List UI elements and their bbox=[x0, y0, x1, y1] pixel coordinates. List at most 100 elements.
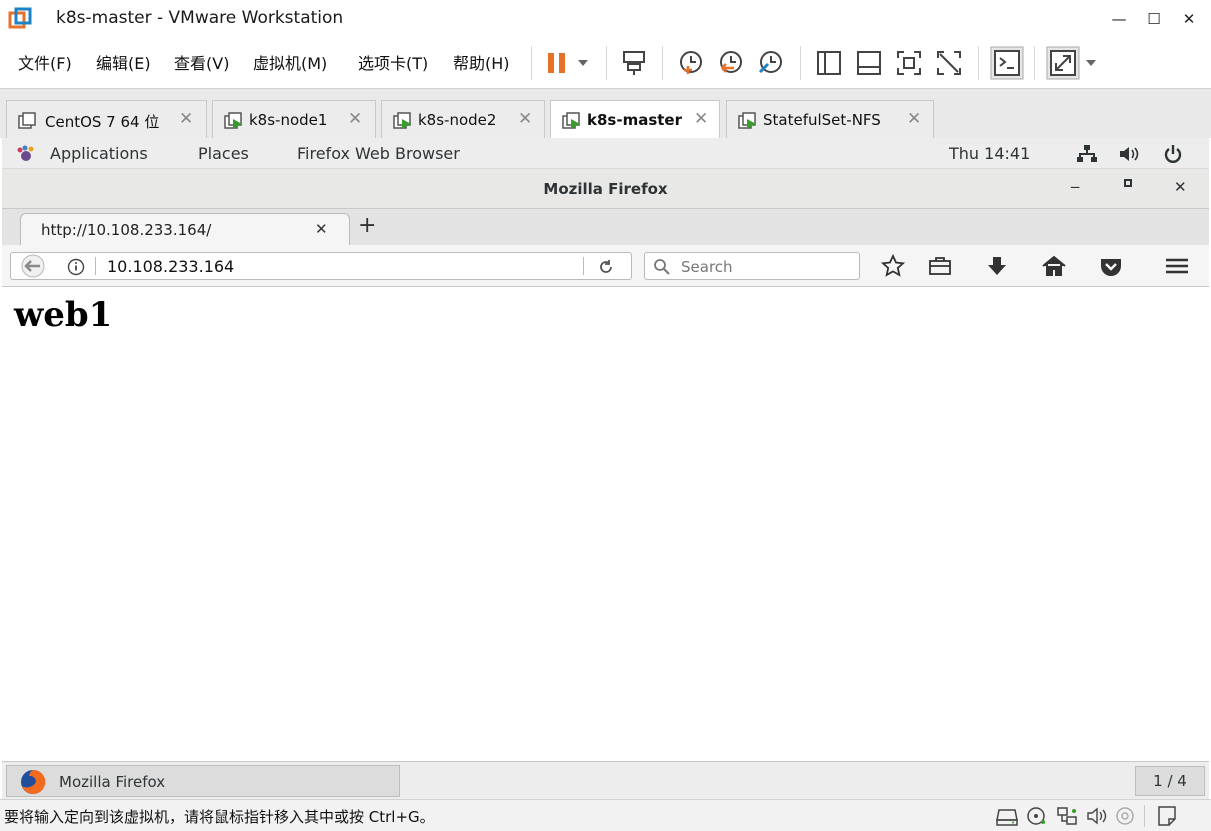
menu-edit[interactable]: 编辑(E) bbox=[96, 50, 151, 74]
minimize-button[interactable]: — bbox=[1106, 6, 1132, 32]
hard-disk-icon[interactable] bbox=[996, 806, 1018, 826]
close-icon[interactable]: ✕ bbox=[518, 109, 532, 129]
power-icon[interactable] bbox=[1162, 144, 1184, 164]
library-icon[interactable] bbox=[927, 253, 953, 279]
tab-k8s-node1[interactable]: k8s-node1 ✕ bbox=[212, 100, 376, 139]
tab-k8s-master[interactable]: k8s-master ✕ bbox=[550, 100, 720, 139]
tab-label: k8s-master bbox=[587, 111, 682, 129]
tab-label: CentOS 7 64 位 bbox=[45, 113, 160, 131]
vmware-menubar: 文件(F) 编辑(E) 查看(V) 虚拟机(M) 选项卡(T) 帮助(H) bbox=[0, 38, 1211, 88]
console-view-icon[interactable] bbox=[990, 46, 1024, 80]
close-icon[interactable]: ✕ bbox=[348, 109, 362, 129]
tab-label: k8s-node1 bbox=[249, 111, 328, 129]
thumbnail-bar-icon[interactable] bbox=[854, 48, 884, 78]
close-icon[interactable]: ✕ bbox=[694, 109, 708, 129]
tab-label: StatefulSet-NFS bbox=[763, 111, 881, 129]
menu-file[interactable]: 文件(F) bbox=[18, 50, 72, 74]
pause-icon[interactable] bbox=[544, 48, 574, 78]
send-ctrl-alt-del-icon[interactable] bbox=[620, 48, 650, 78]
toolbar-separator bbox=[800, 46, 801, 80]
vm-tab-bar: CentOS 7 64 位 ✕ k8s-node1 ✕ k8s-node2 ✕ … bbox=[0, 88, 1211, 139]
search-icon bbox=[654, 259, 670, 275]
menu-vm[interactable]: 虚拟机(M) bbox=[253, 50, 327, 74]
url-bar[interactable]: 10.108.233.164 bbox=[10, 252, 632, 280]
download-arrow-icon[interactable] bbox=[984, 253, 1010, 279]
network-icon[interactable] bbox=[1076, 144, 1098, 164]
fullscreen-icon[interactable] bbox=[894, 48, 924, 78]
workspace-switcher[interactable]: 1 / 4 bbox=[1135, 766, 1205, 796]
bookmark-star-icon[interactable] bbox=[880, 253, 906, 279]
pocket-icon[interactable] bbox=[1098, 253, 1124, 279]
menu-help[interactable]: 帮助(H) bbox=[453, 50, 510, 74]
hamburger-menu-icon[interactable] bbox=[1164, 253, 1190, 279]
firefox-maximize-button[interactable] bbox=[1124, 179, 1132, 187]
applications-menu[interactable]: Applications bbox=[50, 144, 148, 163]
vm-running-icon bbox=[738, 112, 756, 129]
toolbar-separator bbox=[1034, 46, 1035, 80]
taskbar-window-label: Mozilla Firefox bbox=[59, 773, 166, 791]
cd-dvd-icon[interactable] bbox=[1026, 806, 1048, 826]
places-menu[interactable]: Places bbox=[198, 144, 249, 163]
gnome-foot-icon bbox=[17, 145, 34, 161]
status-message: 要将输入定向到该虚拟机，请将鼠标指针移入其中或按 Ctrl+G。 bbox=[4, 808, 435, 826]
usb-device-icon[interactable] bbox=[1114, 806, 1136, 826]
gnome-bottom-panel: Mozilla Firefox 1 / 4 bbox=[2, 761, 1209, 799]
toolbar-separator bbox=[606, 46, 607, 80]
close-button[interactable]: ✕ bbox=[1176, 6, 1202, 32]
firefox-close-button[interactable]: ✕ bbox=[1174, 178, 1187, 196]
page-heading: web1 bbox=[14, 295, 113, 335]
tab-centos[interactable]: CentOS 7 64 位 ✕ bbox=[6, 100, 207, 139]
search-bar[interactable]: Search bbox=[644, 252, 860, 280]
sound-card-icon[interactable] bbox=[1086, 806, 1108, 826]
vmware-logo-icon bbox=[8, 7, 32, 29]
gnome-top-panel: Applications Places Firefox Web Browser … bbox=[2, 138, 1209, 169]
tab-label: k8s-node2 bbox=[418, 111, 497, 129]
new-tab-button[interactable]: + bbox=[358, 213, 376, 238]
home-icon[interactable] bbox=[1041, 253, 1067, 279]
snapshot-revert-icon[interactable] bbox=[716, 48, 746, 78]
vm-running-icon bbox=[224, 112, 242, 129]
volume-icon[interactable] bbox=[1118, 144, 1140, 164]
chevron-down-icon[interactable] bbox=[1084, 58, 1098, 68]
firefox-minimize-button[interactable]: ‒ bbox=[1070, 177, 1080, 196]
firefox-window-title: Mozilla Firefox bbox=[543, 180, 668, 198]
vmware-status-bar: 要将输入定向到该虚拟机，请将鼠标指针移入其中或按 Ctrl+G。 bbox=[0, 799, 1211, 831]
site-info-icon[interactable] bbox=[67, 258, 85, 276]
vm-running-icon bbox=[562, 112, 580, 129]
stretch-guest-icon[interactable] bbox=[1046, 46, 1080, 80]
tab-k8s-node2[interactable]: k8s-node2 ✕ bbox=[381, 100, 545, 139]
network-adapter-icon[interactable] bbox=[1056, 806, 1078, 826]
snapshot-take-icon[interactable] bbox=[676, 48, 706, 78]
menu-view[interactable]: 查看(V) bbox=[174, 50, 229, 74]
search-placeholder: Search bbox=[681, 258, 733, 276]
active-app-name[interactable]: Firefox Web Browser bbox=[297, 144, 460, 163]
unity-mode-icon[interactable] bbox=[934, 48, 964, 78]
firefox-nav-bar: 10.108.233.164 Search bbox=[2, 245, 1209, 287]
vmware-title-bar: k8s-master - VMware Workstation — ☐ ✕ bbox=[0, 0, 1211, 38]
firefox-logo-icon bbox=[21, 769, 46, 794]
browser-tab-title: http://10.108.233.164/ bbox=[41, 221, 212, 239]
close-icon[interactable]: ✕ bbox=[907, 109, 921, 129]
vm-running-icon bbox=[393, 112, 411, 129]
taskbar-window-button[interactable]: Mozilla Firefox bbox=[6, 765, 400, 797]
close-icon[interactable]: ✕ bbox=[179, 109, 193, 129]
vm-icon bbox=[18, 112, 36, 129]
menu-tabs[interactable]: 选项卡(T) bbox=[358, 50, 428, 74]
snapshot-manager-icon[interactable] bbox=[756, 48, 786, 78]
sidebar-toggle-icon[interactable] bbox=[814, 48, 844, 78]
url-divider bbox=[583, 257, 584, 275]
chevron-down-icon[interactable] bbox=[576, 58, 590, 68]
firefox-tab-strip: http://10.108.233.164/ ✕ + bbox=[2, 209, 1209, 245]
close-tab-icon[interactable]: ✕ bbox=[315, 220, 328, 238]
status-divider bbox=[1144, 805, 1145, 827]
message-log-icon[interactable] bbox=[1156, 806, 1178, 826]
clock[interactable]: Thu 14:41 bbox=[949, 144, 1030, 163]
maximize-button[interactable]: ☐ bbox=[1141, 6, 1167, 32]
url-text[interactable]: 10.108.233.164 bbox=[107, 257, 234, 276]
reload-icon[interactable] bbox=[597, 258, 615, 276]
browser-tab[interactable]: http://10.108.233.164/ ✕ bbox=[20, 213, 350, 245]
back-arrow-icon[interactable] bbox=[15, 254, 51, 278]
web-page-content: web1 bbox=[2, 287, 1209, 761]
toolbar-separator bbox=[662, 46, 663, 80]
tab-statefulset-nfs[interactable]: StatefulSet-NFS ✕ bbox=[726, 100, 934, 139]
